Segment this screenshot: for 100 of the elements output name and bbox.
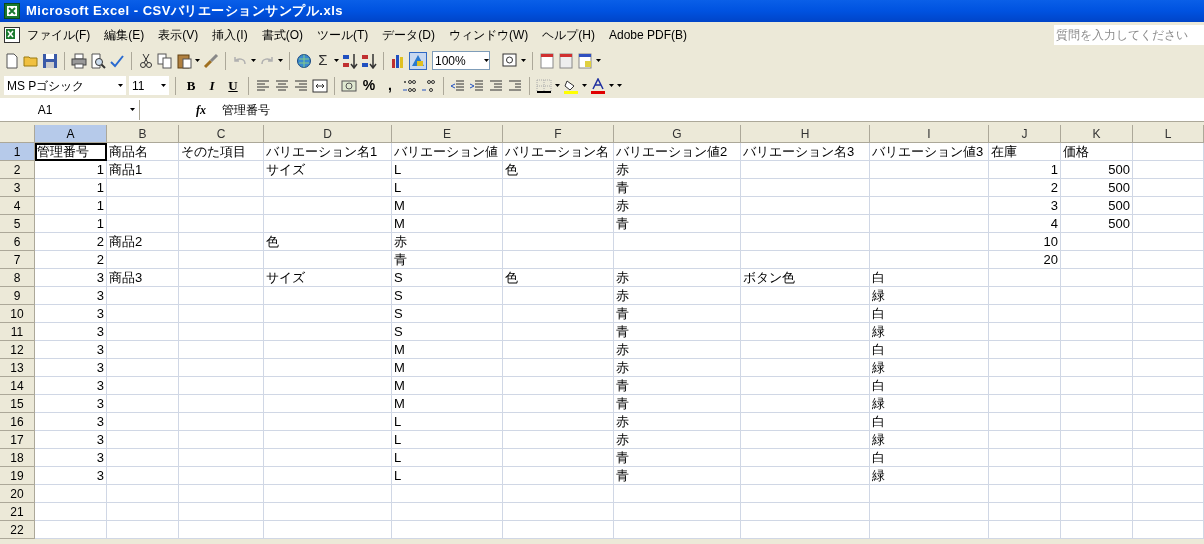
table-cell[interactable]: 500 [1061, 215, 1133, 233]
table-cell[interactable]: バリエーション名1 [264, 143, 392, 161]
table-cell[interactable]: L [392, 413, 503, 431]
table-cell[interactable]: 緑 [870, 431, 989, 449]
table-cell[interactable]: 3 [35, 287, 107, 305]
table-cell[interactable]: 4 [989, 215, 1061, 233]
empty-cell[interactable] [503, 233, 614, 251]
empty-cell[interactable] [989, 485, 1061, 503]
table-cell[interactable]: 赤 [614, 269, 741, 287]
dropdown-caret-icon[interactable] [555, 84, 560, 87]
empty-cell[interactable] [107, 251, 179, 269]
outdent-icon[interactable] [488, 77, 504, 94]
table-cell[interactable]: L [392, 431, 503, 449]
empty-cell[interactable] [741, 179, 870, 197]
table-cell[interactable]: 3 [989, 197, 1061, 215]
empty-cell[interactable] [989, 341, 1061, 359]
empty-cell[interactable] [503, 377, 614, 395]
empty-cell[interactable] [107, 413, 179, 431]
table-cell[interactable]: L [392, 179, 503, 197]
table-cell[interactable]: 緑 [870, 359, 989, 377]
table-cell[interactable]: 白 [870, 377, 989, 395]
table-cell[interactable]: S [392, 305, 503, 323]
empty-cell[interactable] [179, 323, 264, 341]
table-cell[interactable]: 3 [35, 323, 107, 341]
table-cell[interactable]: 1 [989, 161, 1061, 179]
empty-cell[interactable] [107, 521, 179, 539]
empty-cell[interactable] [107, 485, 179, 503]
sum-button[interactable]: Σ [315, 49, 331, 72]
table-cell[interactable]: 1 [35, 161, 107, 179]
dropdown-caret-icon[interactable] [278, 59, 283, 62]
sort-descending-icon[interactable] [361, 52, 377, 69]
row-header[interactable]: 18 [0, 449, 35, 467]
font-size-dropdown[interactable]: 11 [129, 76, 169, 95]
empty-cell[interactable] [503, 485, 614, 503]
empty-cell[interactable] [264, 413, 392, 431]
empty-cell[interactable] [179, 431, 264, 449]
empty-cell[interactable] [741, 341, 870, 359]
empty-cell[interactable] [264, 395, 392, 413]
blank-document-icon[interactable] [4, 52, 20, 69]
empty-cell[interactable] [1061, 323, 1133, 341]
empty-cell[interactable] [107, 359, 179, 377]
pdf-document-icon[interactable] [558, 52, 574, 69]
table-cell[interactable]: 緑 [870, 467, 989, 485]
empty-cell[interactable] [107, 395, 179, 413]
empty-cell[interactable] [1133, 521, 1204, 539]
empty-cell[interactable] [1133, 485, 1204, 503]
empty-cell[interactable] [741, 431, 870, 449]
table-cell[interactable]: 2 [35, 233, 107, 251]
italic-button[interactable]: I [203, 75, 221, 96]
table-cell[interactable]: 青 [614, 323, 741, 341]
empty-cell[interactable] [1133, 395, 1204, 413]
empty-cell[interactable] [1133, 269, 1204, 287]
table-cell[interactable]: M [392, 377, 503, 395]
empty-cell[interactable] [1061, 251, 1133, 269]
align-center-icon[interactable] [274, 77, 290, 94]
table-cell[interactable]: 緑 [870, 287, 989, 305]
table-cell[interactable]: S [392, 269, 503, 287]
table-cell[interactable]: バリエーション値 [392, 143, 503, 161]
empty-cell[interactable] [179, 215, 264, 233]
zoom-dropdown[interactable]: 100% [432, 51, 490, 70]
table-cell[interactable]: 青 [614, 395, 741, 413]
help-search-field[interactable]: 質問を入力してください [1054, 25, 1204, 45]
empty-cell[interactable] [264, 305, 392, 323]
row-header[interactable]: 14 [0, 377, 35, 395]
empty-cell[interactable] [741, 503, 870, 521]
empty-cell[interactable] [741, 233, 870, 251]
menu-item[interactable]: 表示(V) [151, 26, 206, 44]
empty-cell[interactable] [179, 503, 264, 521]
empty-cell[interactable] [989, 467, 1061, 485]
table-cell[interactable]: 3 [35, 341, 107, 359]
spreadsheet-icon[interactable] [4, 27, 20, 43]
empty-cell[interactable] [107, 449, 179, 467]
table-cell[interactable]: 赤 [392, 233, 503, 251]
table-cell[interactable]: S [392, 323, 503, 341]
row-header[interactable]: 13 [0, 359, 35, 377]
row-header[interactable]: 4 [0, 197, 35, 215]
column-header[interactable]: B [107, 125, 179, 143]
empty-cell[interactable] [1133, 197, 1204, 215]
select-all-corner[interactable] [0, 125, 35, 143]
dropdown-caret-icon[interactable] [596, 59, 601, 62]
row-header[interactable]: 7 [0, 251, 35, 269]
row-header[interactable]: 19 [0, 467, 35, 485]
row-header[interactable]: 12 [0, 341, 35, 359]
empty-cell[interactable] [614, 251, 741, 269]
empty-cell[interactable] [264, 467, 392, 485]
empty-cell[interactable] [741, 395, 870, 413]
bar-chart-icon[interactable] [390, 52, 406, 69]
empty-cell[interactable] [1061, 467, 1133, 485]
row-header[interactable]: 1 [0, 143, 35, 161]
comma-style-button[interactable]: , [381, 75, 399, 96]
empty-cell[interactable] [1061, 341, 1133, 359]
pdf-document-icon[interactable] [577, 52, 593, 69]
table-cell[interactable]: 赤 [614, 413, 741, 431]
empty-cell[interactable] [179, 449, 264, 467]
empty-cell[interactable] [503, 215, 614, 233]
insert-function-button[interactable]: fx [196, 100, 212, 119]
merge-cells-icon[interactable] [312, 77, 328, 94]
globe-icon[interactable] [296, 52, 312, 69]
empty-cell[interactable] [1061, 359, 1133, 377]
indent-icon[interactable] [507, 77, 523, 94]
